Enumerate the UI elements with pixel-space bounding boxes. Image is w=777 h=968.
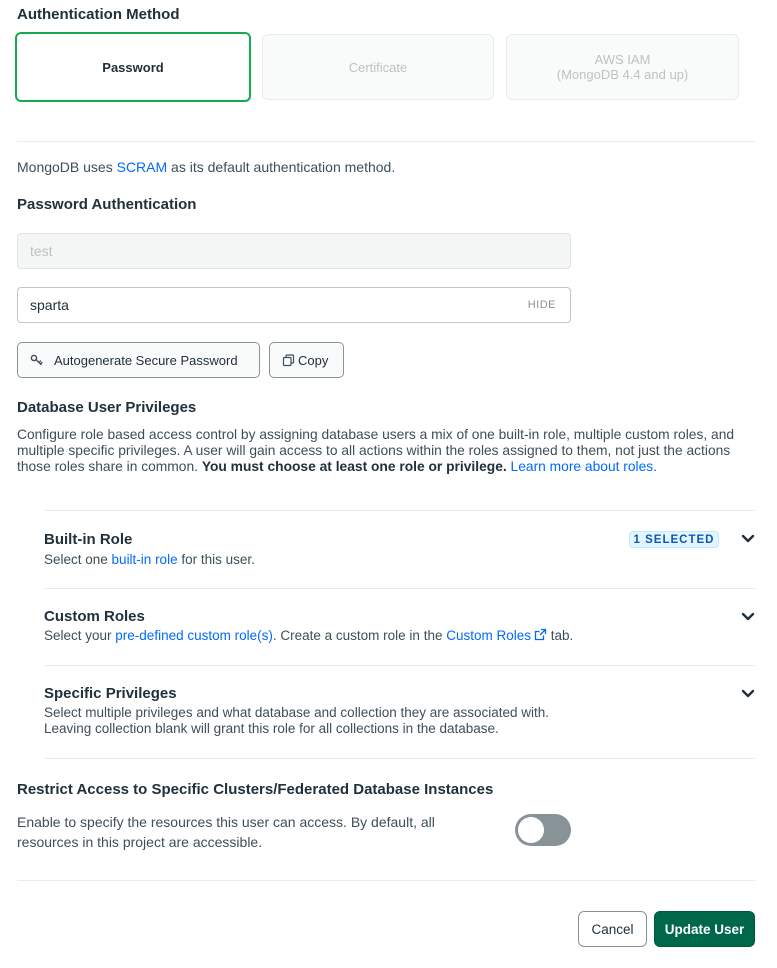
divider — [17, 141, 755, 142]
specific-privileges-desc-line1: Select multiple privileges and what data… — [44, 705, 550, 720]
hide-password-button[interactable]: HIDE — [528, 299, 556, 311]
username-value: test — [30, 243, 53, 259]
external-link-icon[interactable] — [534, 628, 547, 641]
restrict-access-toggle[interactable] — [515, 814, 571, 846]
auth-option-certificate[interactable]: Certificate — [262, 34, 494, 100]
username-field: test — [17, 233, 571, 269]
autogenerate-label: Autogenerate Secure Password — [54, 352, 238, 368]
auth-option-certificate-label: Certificate — [348, 59, 408, 75]
custom-roles-desc-middle: . Create a custom role in the — [272, 628, 447, 643]
privileges-description: Configure role based access control by a… — [17, 427, 757, 475]
builtin-role-desc: Select one built-in role for this user. — [44, 552, 255, 568]
predefined-custom-roles-link[interactable]: pre-defined custom role(s) — [115, 628, 273, 643]
password-value: sparta — [30, 297, 69, 313]
selected-count-badge: 1 SELECTED — [629, 531, 719, 548]
auth-method-title: Authentication Method — [17, 6, 180, 23]
custom-roles-title: Custom Roles — [44, 608, 145, 625]
auth-option-aws-iam-label: AWS IAM — [594, 52, 651, 67]
scram-link[interactable]: SCRAM — [117, 159, 168, 175]
custom-roles-tab-link[interactable]: Custom Roles — [446, 628, 531, 643]
update-user-button[interactable]: Update User — [654, 911, 755, 947]
copy-icon — [282, 353, 295, 366]
divider — [44, 510, 755, 511]
divider — [44, 665, 755, 666]
password-auth-title: Password Authentication — [17, 196, 197, 213]
chevron-down-icon[interactable] — [741, 534, 755, 544]
privileges-title: Database User Privileges — [17, 399, 197, 416]
key-icon — [30, 354, 43, 366]
custom-roles-desc-suffix: tab. — [547, 628, 574, 643]
auth-option-password[interactable]: Password — [15, 32, 251, 102]
chevron-down-icon[interactable] — [741, 689, 755, 699]
autogenerate-password-button[interactable]: Autogenerate Secure Password — [17, 342, 260, 378]
cancel-button[interactable]: Cancel — [578, 911, 647, 947]
builtin-role-title: Built-in Role — [44, 531, 133, 548]
auth-option-password-label: Password — [102, 59, 164, 75]
specific-privileges-desc-line2: Leaving collection blank will grant this… — [44, 721, 499, 736]
custom-roles-desc: Select your pre-defined custom role(s). … — [44, 628, 573, 644]
password-field[interactable]: sparta HIDE — [17, 287, 571, 323]
divider — [44, 758, 755, 759]
divider — [17, 880, 755, 881]
auth-option-aws-iam[interactable]: AWS IAM (MongoDB 4.4 and up) — [506, 34, 739, 100]
auth-option-aws-iam-sublabel: (MongoDB 4.4 and up) — [556, 67, 689, 82]
specific-privileges-title: Specific Privileges — [44, 685, 177, 702]
restrict-access-title: Restrict Access to Specific Clusters/Fed… — [17, 781, 494, 798]
copy-password-button[interactable]: Copy — [269, 342, 344, 378]
scram-note: MongoDB uses SCRAM as its default authen… — [17, 159, 395, 175]
privileges-desc-bold: You must choose at least one role or pri… — [201, 459, 507, 474]
builtin-role-desc-prefix: Select one — [44, 552, 112, 567]
chevron-down-icon[interactable] — [741, 612, 755, 622]
toggle-knob — [518, 817, 544, 843]
scram-note-suffix: as its default authentication method. — [167, 159, 396, 175]
divider — [44, 588, 755, 589]
custom-roles-desc-prefix: Select your — [44, 628, 116, 643]
copy-label: Copy — [298, 352, 329, 368]
learn-more-roles-link[interactable]: Learn more about roles. — [511, 459, 657, 474]
restrict-access-desc: Enable to specify the resources this use… — [17, 814, 435, 850]
builtin-role-link[interactable]: built-in role — [112, 552, 178, 567]
scram-note-prefix: MongoDB uses — [17, 159, 117, 175]
builtin-role-desc-suffix: for this user. — [177, 552, 255, 567]
